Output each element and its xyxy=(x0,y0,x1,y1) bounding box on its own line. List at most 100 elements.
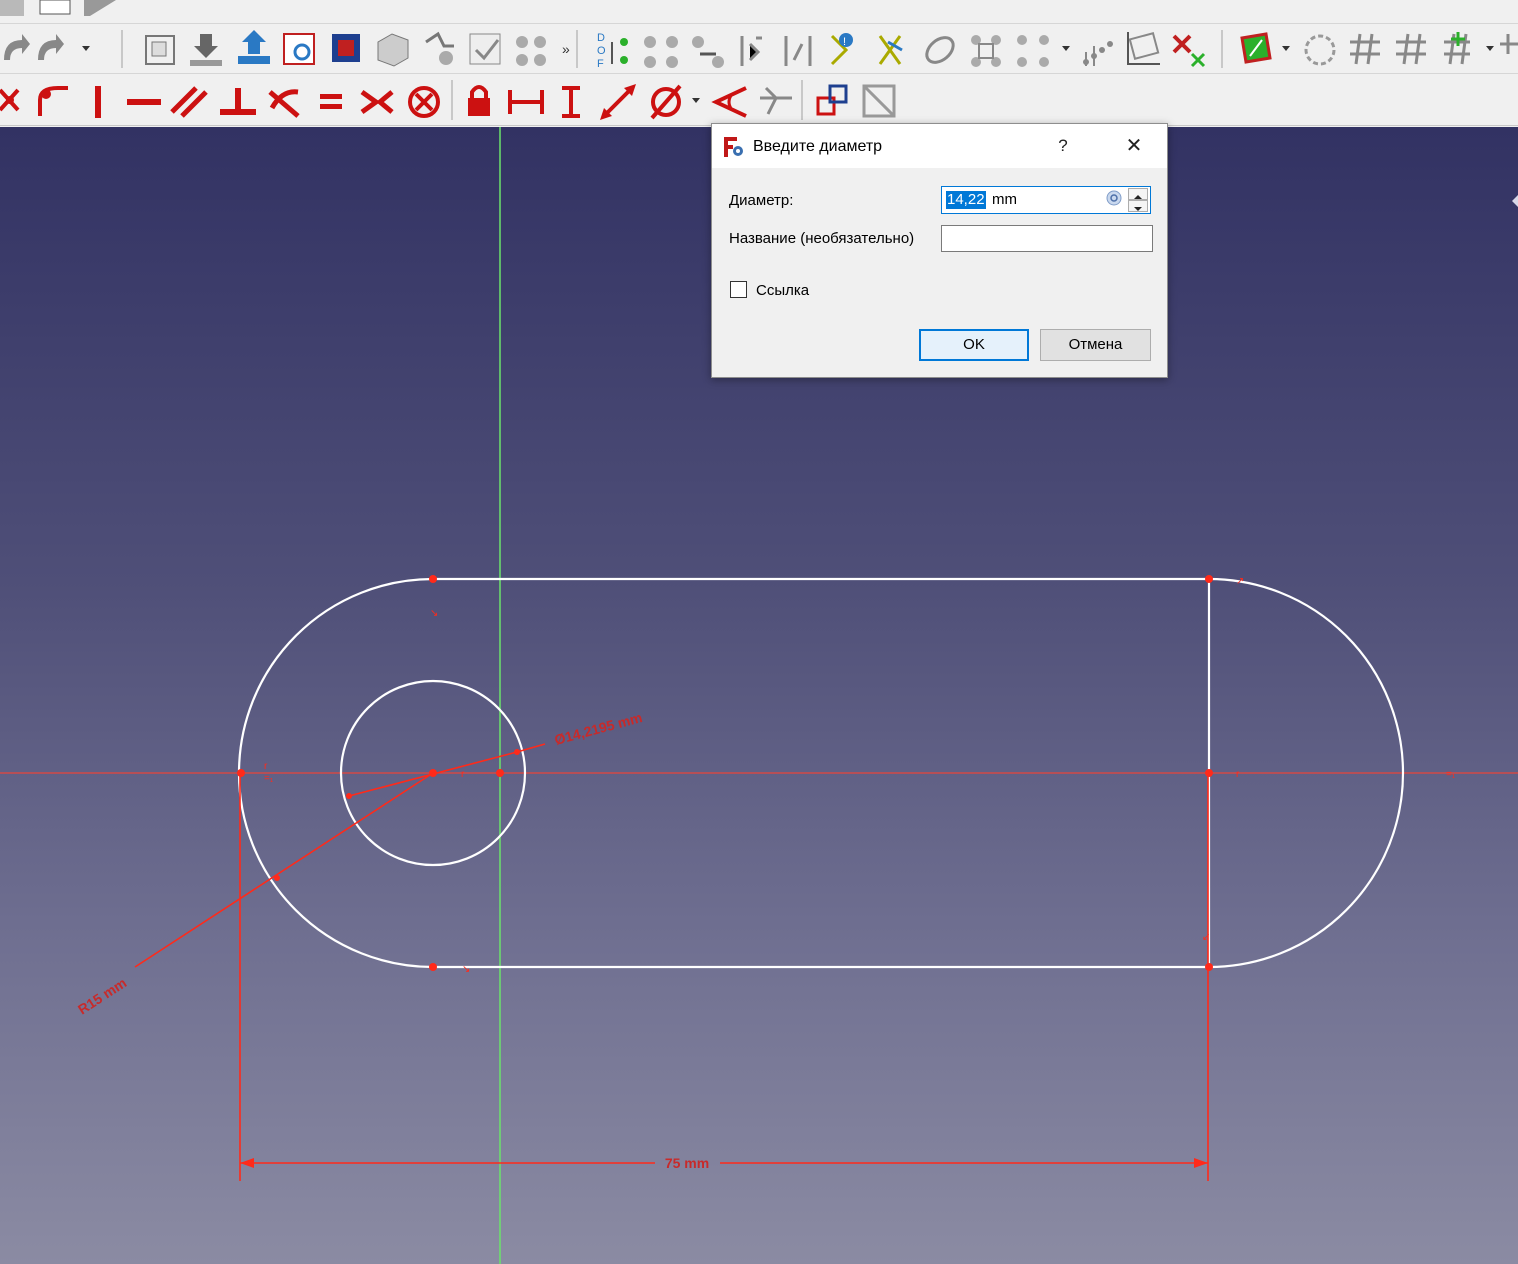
diameter-value: 14,22 xyxy=(946,191,986,209)
reorient-sketch-icon[interactable] xyxy=(377,33,409,67)
compositional-icon[interactable] xyxy=(1240,32,1272,64)
dof-icon[interactable]: DOF xyxy=(597,32,628,70)
merge-sketches-icon[interactable] xyxy=(469,33,501,65)
toggle-active-icon[interactable] xyxy=(862,84,896,118)
constrain-angle-icon[interactable] xyxy=(711,86,747,118)
sketch-point[interactable] xyxy=(496,769,504,777)
constrain-diameter-icon[interactable] xyxy=(650,84,682,120)
reference-label[interactable]: Ссылка xyxy=(756,282,809,299)
tangent-glyph[interactable]: ↙ xyxy=(1202,932,1210,943)
tangent-glyph[interactable]: ↗ xyxy=(1236,576,1244,587)
redo-icon[interactable] xyxy=(38,34,64,60)
chevron-down-icon[interactable] xyxy=(692,98,700,103)
sketch-point[interactable] xyxy=(1205,575,1213,583)
select-v-axis-icon[interactable] xyxy=(740,36,762,66)
constrain-distance-y-icon[interactable] xyxy=(562,86,580,118)
undo-icon[interactable] xyxy=(4,34,30,60)
chevron-down-icon[interactable] xyxy=(1282,46,1290,51)
map-sketch-icon[interactable] xyxy=(332,34,360,62)
constrain-distance-x-icon[interactable] xyxy=(508,90,544,114)
navigation-cube-arrow[interactable] xyxy=(1512,195,1518,207)
external-geometry-icon[interactable] xyxy=(1396,33,1426,65)
constraint-glyphs: ↘ ↗ ↘ ↙ r =₁ r r =₁ xyxy=(264,576,1456,975)
select-elements-icon[interactable] xyxy=(922,33,958,68)
sketch-point[interactable] xyxy=(1205,769,1213,777)
constrain-vertical-icon[interactable] xyxy=(95,86,101,118)
cancel-button[interactable]: Отмена xyxy=(1040,329,1151,361)
radius-dimension-label[interactable]: R15 mm xyxy=(75,974,129,1017)
tangent-glyph[interactable]: ↘ xyxy=(462,964,470,975)
view-section-icon[interactable] xyxy=(283,33,315,65)
constrain-coincident-icon[interactable] xyxy=(0,88,20,112)
help-button[interactable]: ? xyxy=(1047,133,1079,159)
select-conflict-icon[interactable]: ! xyxy=(830,33,853,66)
coincident-glyph[interactable]: r xyxy=(264,761,268,772)
edit-sketch-icon[interactable] xyxy=(39,0,71,15)
select-redundant-icon[interactable] xyxy=(878,35,903,65)
spin-up-button[interactable] xyxy=(1128,188,1148,200)
constrain-lock-icon[interactable] xyxy=(468,85,490,116)
view-icon[interactable] xyxy=(84,0,116,16)
toggle-driving-icon[interactable] xyxy=(816,84,848,116)
select-parts-icon[interactable] xyxy=(971,35,1001,67)
svg-text:F: F xyxy=(597,58,604,70)
length-dimension-label[interactable]: 75 mm xyxy=(665,1155,709,1171)
equal-glyph[interactable]: =₁ xyxy=(1446,769,1456,780)
leave-sketch-icon[interactable] xyxy=(190,34,222,66)
tangent-glyph[interactable]: ↘ xyxy=(430,608,438,619)
sketch-point[interactable] xyxy=(237,769,245,777)
select-constraints-icon[interactable] xyxy=(644,36,678,68)
array-icon[interactable] xyxy=(1083,41,1113,66)
add-constraint-icon[interactable] xyxy=(1444,32,1470,65)
chevron-down-icon[interactable] xyxy=(82,46,90,51)
constrain-horizontal-icon[interactable] xyxy=(127,99,161,105)
coincident-glyph[interactable]: r xyxy=(1236,769,1240,780)
clone-icon[interactable] xyxy=(1127,32,1160,65)
constrain-perpendicular-icon[interactable] xyxy=(220,88,256,115)
reference-checkbox[interactable] xyxy=(730,281,747,298)
constrain-block-icon[interactable] xyxy=(408,86,440,118)
select-h-axis-icon[interactable] xyxy=(784,36,812,66)
chevron-down-icon xyxy=(1134,207,1142,211)
offset-geometry-icon[interactable] xyxy=(1350,33,1380,65)
constrain-distance-icon[interactable] xyxy=(600,84,636,120)
radius-dimension-line[interactable] xyxy=(134,772,434,968)
symmetry-tools-icon[interactable] xyxy=(1017,35,1049,67)
diameter-input[interactable]: 14,22 mm xyxy=(941,186,1151,214)
arrowhead xyxy=(1194,1158,1208,1168)
carbon-copy-icon[interactable] xyxy=(1304,34,1336,66)
sketch-point[interactable] xyxy=(429,963,437,971)
diameter-dimension-label[interactable]: Ø14,2195 mm xyxy=(553,709,644,748)
validate-sketch-icon[interactable] xyxy=(425,31,454,65)
constrain-tangent-icon[interactable] xyxy=(268,89,300,118)
dialog-title: Введите диаметр xyxy=(753,138,883,155)
new-sketch-icon[interactable] xyxy=(145,35,175,65)
name-input[interactable] xyxy=(941,225,1153,252)
toolbar-overflow-icon[interactable]: » xyxy=(562,41,570,57)
sketch-point[interactable] xyxy=(429,575,437,583)
constrain-equal-icon[interactable] xyxy=(320,94,342,109)
coincident-glyph[interactable]: r xyxy=(461,769,465,780)
view-sketch-icon[interactable] xyxy=(238,30,270,64)
sketch-point[interactable] xyxy=(1205,963,1213,971)
diameter-unit: mm xyxy=(992,191,1017,208)
spin-down-button[interactable] xyxy=(1128,200,1148,212)
dialog-titlebar[interactable]: Введите диаметр ? ✕ xyxy=(712,124,1167,168)
constrain-parallel-icon[interactable] xyxy=(170,86,208,118)
name-label: Название (необязательно) xyxy=(729,230,915,247)
coincident-glyph[interactable]: =₁ xyxy=(264,773,274,784)
select-origin-icon[interactable] xyxy=(692,36,724,68)
file-icon[interactable] xyxy=(0,0,24,16)
ok-button[interactable]: OK xyxy=(919,329,1029,361)
mirror-sketch-icon[interactable] xyxy=(516,36,546,66)
more-tools-icon[interactable] xyxy=(1500,34,1518,54)
chevron-down-icon[interactable] xyxy=(1486,46,1494,51)
expression-icon[interactable] xyxy=(1105,189,1123,207)
constrain-point-on-object-icon[interactable] xyxy=(38,86,68,116)
close-button[interactable]: ✕ xyxy=(1112,133,1156,159)
constrain-snell-icon[interactable] xyxy=(760,86,792,115)
chevron-down-icon[interactable] xyxy=(1062,46,1070,51)
constrain-symmetric-icon[interactable] xyxy=(360,89,394,115)
diameter-dimension-line[interactable] xyxy=(348,751,518,797)
delete-constraints-icon[interactable] xyxy=(1172,34,1206,68)
